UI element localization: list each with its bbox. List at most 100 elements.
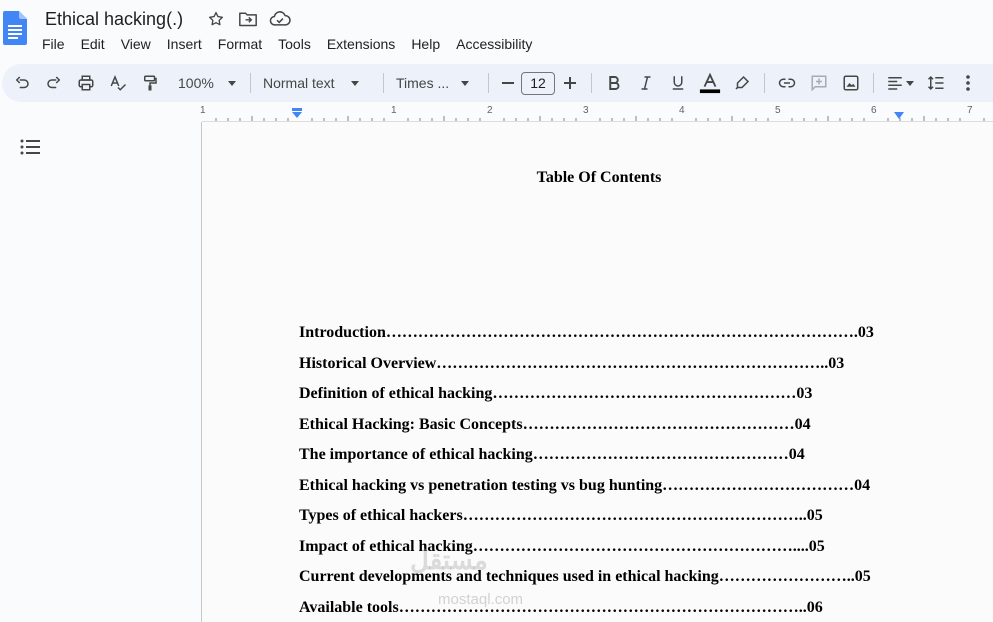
document-outline-icon[interactable] (20, 138, 42, 156)
outline-panel (0, 122, 201, 622)
insert-image-button[interactable] (835, 69, 867, 97)
toc-entry[interactable]: Ethical Hacking: Basic Concepts………………………… (299, 410, 919, 441)
toc-entry[interactable]: Impact of ethical hacking………………………………………… (299, 532, 919, 563)
left-indent-marker[interactable] (291, 108, 303, 120)
underline-icon (672, 76, 684, 90)
toc-entry[interactable]: Current developments and techniques used… (299, 562, 919, 593)
menu-file[interactable]: File (34, 33, 73, 55)
toolbar-divider (488, 73, 489, 93)
spellcheck-button[interactable] (102, 69, 134, 97)
document-canvas[interactable]: Table Of Contents Introduction…………………………… (201, 122, 993, 622)
menu-accessibility[interactable]: Accessibility (448, 33, 540, 55)
ruler-label: 5 (775, 105, 781, 116)
toc-entry[interactable]: Definition of ethical hacking……………………………… (299, 379, 919, 410)
italic-button[interactable] (630, 69, 662, 97)
chevron-down-icon (906, 80, 914, 86)
more-options-button[interactable] (952, 69, 984, 97)
toc-entry[interactable]: Introduction…………………………………………………….…………………… (299, 318, 919, 349)
link-icon (778, 78, 796, 88)
toc-heading: Table Of Contents (536, 169, 662, 186)
font-value: Times ... (396, 75, 450, 91)
header: Ethical hacking(.) File Edit View Insert… (0, 0, 993, 62)
toc-entry[interactable]: Historical Overview………………………………………………………… (299, 349, 919, 380)
chevron-down-icon (461, 80, 470, 86)
comment-icon (811, 75, 827, 92)
underline-button[interactable] (662, 69, 694, 97)
text-color-button[interactable] (694, 69, 726, 97)
print-icon (78, 75, 94, 91)
star-icon[interactable] (204, 9, 228, 29)
document-page[interactable]: Table Of Contents Introduction…………………………… (202, 122, 993, 622)
align-left-icon (888, 77, 902, 90)
move-to-folder-icon[interactable] (236, 9, 260, 29)
paragraph-style-select[interactable]: Normal text (257, 69, 377, 97)
document-title[interactable]: Ethical hacking(.) (45, 7, 183, 31)
docs-logo-icon[interactable] (3, 11, 27, 45)
watermark-url: mostaql.com (438, 591, 524, 608)
increase-font-size-button[interactable] (555, 69, 585, 97)
decrease-font-size-button[interactable] (495, 69, 521, 97)
toolbar-divider (873, 73, 874, 93)
horizontal-ruler[interactable]: 1 1 2 3 4 5 6 7 (200, 104, 993, 122)
toc-entry[interactable]: Ethical hacking vs penetration testing v… (299, 471, 919, 502)
line-spacing-button[interactable] (920, 69, 952, 97)
ruler-label: 1 (200, 105, 206, 116)
align-select[interactable] (880, 69, 920, 97)
ruler-label: 3 (583, 105, 589, 116)
ruler-label: 1 (391, 105, 397, 116)
insert-link-button[interactable] (771, 69, 803, 97)
toc-list: Introduction…………………………………………………….…………………… (299, 318, 919, 622)
chevron-down-icon (227, 80, 236, 86)
toc-entry[interactable]: The importance of ethical hacking…………………… (299, 440, 919, 471)
chevron-down-icon (350, 80, 359, 86)
line-spacing-icon (927, 75, 944, 91)
menu-edit[interactable]: Edit (73, 33, 113, 55)
menu-insert[interactable]: Insert (159, 33, 210, 55)
zoom-select[interactable]: 100% (172, 69, 244, 97)
paint-format-icon (144, 75, 157, 91)
bold-button[interactable] (598, 69, 630, 97)
plus-icon (564, 77, 576, 89)
minus-icon (502, 82, 514, 84)
image-icon (843, 75, 859, 91)
title-actions (204, 9, 292, 29)
menu-help[interactable]: Help (403, 33, 448, 55)
menu-tools[interactable]: Tools (270, 33, 319, 55)
menu-view[interactable]: View (113, 33, 159, 55)
paragraph-style-value: Normal text (263, 75, 335, 91)
ruler-label: 7 (967, 105, 973, 116)
italic-icon (641, 76, 651, 90)
ruler-label: 6 (871, 105, 877, 116)
zoom-value: 100% (178, 75, 214, 91)
toolbar-divider (383, 73, 384, 93)
toolbar-divider (764, 73, 765, 93)
highlighter-icon (735, 75, 750, 90)
toc-entry[interactable]: Available tools…………………………………………………………………… (299, 593, 919, 622)
highlight-color-button[interactable] (726, 69, 758, 97)
toolbar-divider (250, 73, 251, 93)
paint-format-button[interactable] (134, 69, 166, 97)
add-comment-button[interactable] (803, 69, 835, 97)
toolbar: 100% Normal text Times ... 12 (2, 64, 993, 102)
font-size-input[interactable]: 12 (521, 71, 555, 95)
watermark-logo: مستقل (410, 545, 488, 575)
menu-extensions[interactable]: Extensions (319, 33, 403, 55)
toc-entry[interactable]: Types of ethical hackers…………………………………………… (299, 501, 919, 532)
menu-bar: File Edit View Insert Format Tools Exten… (34, 33, 540, 55)
ruler-label: 2 (487, 105, 493, 116)
undo-button[interactable] (6, 69, 38, 97)
undo-icon (15, 76, 29, 89)
cloud-saved-icon[interactable] (268, 9, 292, 29)
ruler-label: 4 (679, 105, 685, 116)
spellcheck-icon (110, 75, 127, 91)
font-select[interactable]: Times ... (390, 69, 482, 97)
print-button[interactable] (70, 69, 102, 97)
bold-icon (609, 76, 620, 90)
redo-button[interactable] (38, 69, 70, 97)
right-indent-marker[interactable] (893, 111, 905, 121)
text-color-icon (699, 72, 721, 94)
toolbar-divider (591, 73, 592, 93)
more-vert-icon (966, 75, 970, 91)
menu-format[interactable]: Format (210, 33, 270, 55)
google-docs-window: Ethical hacking(.) File Edit View Insert… (0, 0, 993, 622)
